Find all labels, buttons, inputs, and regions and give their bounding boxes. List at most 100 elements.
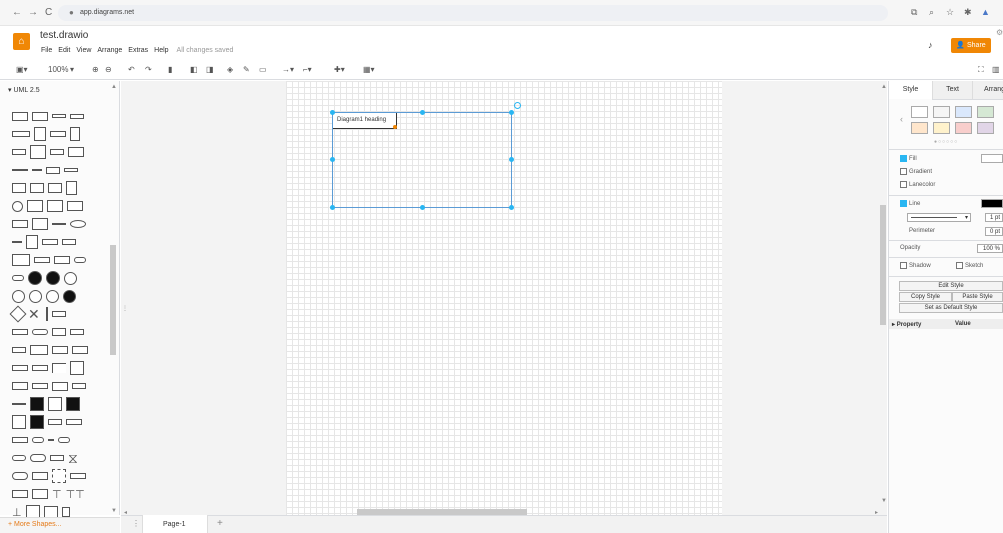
- menu-help[interactable]: Help: [154, 47, 168, 54]
- sketch-checkbox[interactable]: Sketch: [956, 262, 983, 269]
- shape-item[interactable]: [12, 347, 26, 353]
- profile-icon[interactable]: ▲: [981, 7, 990, 17]
- scroll-down-icon[interactable]: ▼: [111, 508, 117, 514]
- fill-color-picker[interactable]: [981, 154, 1003, 163]
- resize-handle-sw[interactable]: [330, 205, 335, 210]
- bookmark-star-icon[interactable]: ☆: [946, 7, 954, 18]
- shape-item[interactable]: [32, 437, 44, 443]
- shape-item[interactable]: [12, 169, 28, 171]
- pages-menu-icon[interactable]: ⋮: [132, 519, 140, 528]
- shape-item[interactable]: [12, 365, 28, 371]
- shape-item[interactable]: [62, 239, 76, 245]
- style-swatch[interactable]: [977, 106, 994, 118]
- shape-item[interactable]: [32, 472, 48, 480]
- shape-item[interactable]: [68, 147, 84, 157]
- shape-item[interactable]: [12, 382, 28, 390]
- shape-item[interactable]: [70, 361, 84, 375]
- style-swatch[interactable]: [977, 122, 994, 134]
- menu-file[interactable]: File: [41, 47, 52, 54]
- shape-item[interactable]: [30, 345, 48, 355]
- to-back-icon[interactable]: ◨: [206, 65, 214, 75]
- shape-item[interactable]: [30, 397, 44, 411]
- scroll-up-icon[interactable]: ▲: [111, 84, 117, 90]
- shape-item[interactable]: [64, 271, 77, 285]
- shape-item[interactable]: ⧖: [68, 450, 78, 467]
- library-header-uml[interactable]: ▾ UML 2.5: [8, 86, 40, 94]
- label-size-handle[interactable]: [393, 125, 397, 129]
- style-swatch[interactable]: [955, 106, 972, 118]
- forward-button[interactable]: →: [28, 7, 38, 19]
- url-text[interactable]: app.diagrams.net: [80, 9, 134, 16]
- shape-item[interactable]: [52, 328, 66, 336]
- notification-bell-icon[interactable]: ♪: [928, 40, 933, 50]
- fullscreen-icon[interactable]: ⛶: [978, 65, 984, 75]
- vertical-scrollbar[interactable]: [880, 205, 886, 325]
- canvas-scroll-down-icon[interactable]: ▼: [881, 498, 887, 504]
- fill-color-icon[interactable]: ◈: [227, 65, 233, 75]
- shape-item[interactable]: [12, 183, 26, 193]
- resize-handle-ne[interactable]: [509, 110, 514, 115]
- style-swatch[interactable]: [911, 122, 928, 134]
- shape-item[interactable]: [32, 169, 42, 171]
- shape-item[interactable]: [50, 149, 64, 155]
- chevron-left-icon[interactable]: ‹: [900, 114, 903, 124]
- shape-item[interactable]: [66, 397, 80, 411]
- shape-item[interactable]: [63, 289, 76, 303]
- shape-item[interactable]: [12, 289, 25, 303]
- tab-style[interactable]: Style: [889, 81, 932, 99]
- line-checkbox[interactable]: Line: [900, 200, 920, 207]
- shape-item[interactable]: [32, 218, 48, 230]
- shape-item[interactable]: [70, 220, 86, 228]
- resize-handle-se[interactable]: [509, 205, 514, 210]
- style-swatch[interactable]: [933, 122, 950, 134]
- shape-item[interactable]: [12, 254, 30, 266]
- to-front-icon[interactable]: ◧: [190, 65, 198, 75]
- delete-icon[interactable]: ▮: [168, 65, 172, 75]
- shape-item[interactable]: [70, 113, 84, 119]
- shape-item[interactable]: [52, 469, 66, 483]
- address-bar[interactable]: [58, 5, 888, 21]
- opacity-input[interactable]: 100 %: [977, 244, 1003, 253]
- shape-item[interactable]: [12, 403, 26, 405]
- sidebar-scrollbar[interactable]: [110, 245, 116, 355]
- line-color-icon[interactable]: ✎: [243, 65, 250, 75]
- collapse-sidebar-handle[interactable]: ⋮: [122, 305, 128, 312]
- shape-item[interactable]: [52, 311, 66, 317]
- paste-style-button[interactable]: Paste Style: [952, 292, 1003, 302]
- document-title[interactable]: test.drawio: [40, 30, 88, 41]
- resize-handle-s[interactable]: [420, 205, 425, 210]
- shape-item[interactable]: [28, 271, 42, 285]
- shape-item[interactable]: [64, 168, 78, 172]
- line-width-input[interactable]: 1 pt: [985, 213, 1003, 222]
- shape-item[interactable]: [48, 183, 62, 193]
- settings-icon[interactable]: ⚙: [996, 28, 1003, 37]
- shape-item[interactable]: [30, 415, 44, 429]
- swatch-page-dots[interactable]: ●○○○○○: [934, 139, 958, 145]
- redo-icon[interactable]: ↷: [145, 65, 152, 75]
- resize-handle-nw[interactable]: [330, 110, 335, 115]
- resize-handle-w[interactable]: [330, 157, 335, 162]
- shape-item[interactable]: [72, 346, 88, 354]
- shape-item[interactable]: [32, 111, 48, 121]
- shape-item[interactable]: [30, 454, 46, 462]
- shape-item[interactable]: [48, 419, 62, 425]
- zoom-icon[interactable]: ⌕: [929, 7, 934, 18]
- resize-handle-e[interactable]: [509, 157, 514, 162]
- style-swatch[interactable]: [911, 106, 928, 118]
- menu-view[interactable]: View: [76, 47, 91, 54]
- reload-button[interactable]: C: [45, 7, 52, 19]
- shape-item[interactable]: [29, 289, 42, 303]
- connection-icon[interactable]: →▾: [282, 65, 294, 75]
- shape-item[interactable]: [27, 200, 43, 212]
- zoom-out-icon[interactable]: ⊖: [105, 65, 112, 75]
- menu-arrange[interactable]: Arrange: [97, 47, 122, 54]
- zoom-dropdown[interactable]: 100%: [48, 65, 68, 75]
- resize-handle-n[interactable]: [420, 110, 425, 115]
- rotate-handle-icon[interactable]: [514, 102, 521, 109]
- shape-item[interactable]: [12, 329, 28, 335]
- shape-item[interactable]: [48, 397, 62, 411]
- insert-icon[interactable]: ✚▾: [334, 65, 345, 75]
- shape-item[interactable]: [12, 275, 24, 281]
- style-swatch[interactable]: [955, 122, 972, 134]
- perimeter-input[interactable]: 0 pt: [985, 227, 1003, 236]
